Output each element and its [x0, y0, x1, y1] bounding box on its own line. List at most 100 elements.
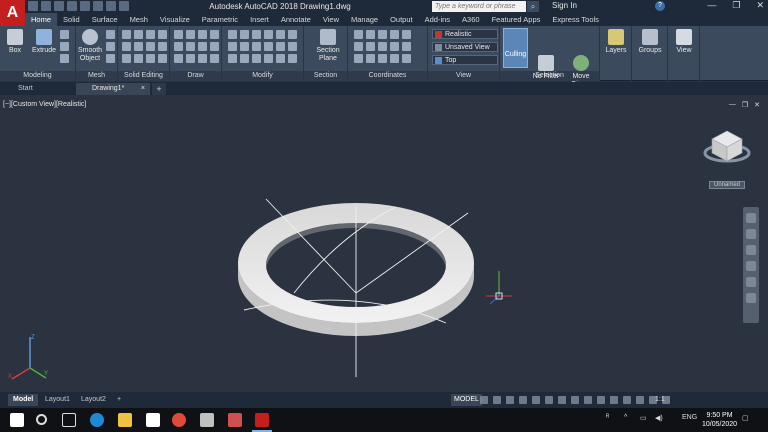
- sign-in-button[interactable]: Sign In: [552, 1, 577, 10]
- ucs-menu-dropdown[interactable]: Unnamed: [709, 181, 745, 189]
- ucs-previous-icon[interactable]: [378, 30, 387, 39]
- array-icon[interactable]: [252, 42, 261, 51]
- ucs-named-icon[interactable]: [366, 54, 375, 63]
- ucs-face-icon[interactable]: [354, 54, 363, 63]
- tab-model[interactable]: Model: [8, 394, 39, 406]
- tray-chevron-icon[interactable]: ^: [624, 414, 627, 421]
- snap-icon[interactable]: [493, 396, 501, 404]
- gizmo-toggle-icon[interactable]: [623, 396, 631, 404]
- viewcube[interactable]: [703, 130, 751, 163]
- ucs-origin-icon[interactable]: [390, 30, 399, 39]
- point-icon[interactable]: [186, 54, 195, 63]
- copy-icon[interactable]: [264, 30, 273, 39]
- application-menu-button[interactable]: A: [0, 0, 25, 26]
- app2-icon[interactable]: [228, 413, 242, 427]
- viewport-close-button[interactable]: ✕: [754, 101, 760, 109]
- move-icon[interactable]: [228, 30, 237, 39]
- model-space-button[interactable]: MODEL: [451, 394, 482, 406]
- tab-drawing1[interactable]: Drawing1* ×: [76, 83, 150, 95]
- 3d-move-icon[interactable]: [276, 54, 285, 63]
- viewport-controls-label[interactable]: [−][Custom View][Realistic]: [3, 101, 86, 108]
- trim-icon[interactable]: [252, 30, 261, 39]
- line-icon[interactable]: [174, 30, 183, 39]
- interfere-icon[interactable]: [158, 30, 167, 39]
- offset-face-icon[interactable]: [158, 54, 167, 63]
- scale-icon[interactable]: [240, 42, 249, 51]
- ortho-icon[interactable]: [506, 396, 514, 404]
- tab-add-ins[interactable]: Add-ins: [419, 13, 456, 26]
- volume-icon[interactable]: ◀): [655, 414, 663, 422]
- mirror-icon[interactable]: [276, 30, 285, 39]
- annotation-icon[interactable]: [636, 396, 644, 404]
- extract-edges-icon[interactable]: [134, 54, 143, 63]
- hatch-icon[interactable]: [198, 42, 207, 51]
- lineweight-icon[interactable]: [558, 396, 566, 404]
- showmotion-icon[interactable]: [746, 277, 756, 287]
- viewport-minimize-button[interactable]: —: [729, 101, 736, 109]
- 3d-rotate-icon[interactable]: [288, 54, 297, 63]
- drawing-viewport[interactable]: Z X Y [−][Custom View][Realistic] — ❐ ✕ …: [0, 95, 768, 392]
- ucs-icon[interactable]: [354, 30, 363, 39]
- named-view-dropdown[interactable]: Top: [432, 55, 498, 65]
- offset-icon[interactable]: [288, 42, 297, 51]
- pan-icon[interactable]: [746, 229, 756, 239]
- tab-solid[interactable]: Solid: [57, 13, 86, 26]
- smooth-more-icon[interactable]: [106, 30, 115, 39]
- autocad-taskbar-icon[interactable]: [255, 413, 269, 427]
- edge-icon[interactable]: [90, 413, 104, 427]
- tab-insert[interactable]: Insert: [244, 13, 275, 26]
- add-layout-button[interactable]: +: [112, 394, 126, 406]
- ucs-x-icon[interactable]: [366, 42, 375, 51]
- notifications-icon[interactable]: ▢: [742, 414, 749, 422]
- fillet-icon[interactable]: [288, 30, 297, 39]
- ucs-y-icon[interactable]: [378, 42, 387, 51]
- ucs-object-icon[interactable]: [402, 42, 411, 51]
- search-icon[interactable]: ⌕: [527, 1, 539, 12]
- section-panel-title[interactable]: Section: [304, 71, 347, 81]
- annotation-scale[interactable]: 1:1: [655, 394, 665, 406]
- grid-icon[interactable]: [480, 396, 488, 404]
- subtract-icon[interactable]: [134, 30, 143, 39]
- ucs-3point-icon[interactable]: [354, 42, 363, 51]
- layers-button[interactable]: Layers: [602, 29, 630, 55]
- people-icon[interactable]: ᴿ: [606, 414, 609, 421]
- solid-editing-panel-title[interactable]: Solid Editing: [118, 71, 169, 81]
- modeling-panel-title[interactable]: Modeling: [0, 71, 75, 81]
- polygon-icon[interactable]: [174, 54, 183, 63]
- stretch-icon[interactable]: [228, 42, 237, 51]
- helix-icon[interactable]: [210, 54, 219, 63]
- rectangle-icon[interactable]: [186, 42, 195, 51]
- smooth-less-icon[interactable]: [106, 42, 115, 51]
- union-icon[interactable]: [122, 30, 131, 39]
- ellipse-icon[interactable]: [210, 42, 219, 51]
- sweep-icon[interactable]: [60, 54, 69, 63]
- selection-cycling-icon[interactable]: [584, 396, 592, 404]
- arc-icon[interactable]: [198, 30, 207, 39]
- extrude-button[interactable]: Extrude: [30, 29, 58, 55]
- no-filter-button[interactable]: No Filter: [532, 55, 560, 81]
- intersect-icon[interactable]: [146, 30, 155, 39]
- saved-view-dropdown[interactable]: Unsaved View: [432, 42, 498, 52]
- navbar-extra-icon[interactable]: [746, 293, 756, 303]
- tab-mesh[interactable]: Mesh: [124, 13, 154, 26]
- box-button[interactable]: Box: [1, 29, 29, 55]
- polyline-icon[interactable]: [186, 30, 195, 39]
- circle-icon[interactable]: [210, 30, 219, 39]
- explode-icon[interactable]: [276, 42, 285, 51]
- break-icon[interactable]: [252, 54, 261, 63]
- shell-icon[interactable]: [146, 54, 155, 63]
- search-taskbar-icon[interactable]: [36, 414, 47, 425]
- join-icon[interactable]: [240, 54, 249, 63]
- slice-icon[interactable]: [122, 42, 131, 51]
- language-indicator[interactable]: ENG: [682, 414, 697, 421]
- tab-a360[interactable]: A360: [456, 13, 486, 26]
- region-icon[interactable]: [198, 54, 207, 63]
- network-icon[interactable]: ▭: [640, 414, 647, 422]
- tab-surface[interactable]: Surface: [86, 13, 124, 26]
- presspull-icon[interactable]: [60, 30, 69, 39]
- search-input[interactable]: Type a keyword or phrase: [432, 1, 526, 12]
- system-clock[interactable]: 9:50 PM 10/05/2020: [702, 411, 737, 429]
- mesh-panel-title[interactable]: Mesh: [76, 71, 117, 81]
- tab-start[interactable]: Start: [2, 83, 74, 95]
- visual-style-dropdown[interactable]: Realistic: [432, 29, 498, 39]
